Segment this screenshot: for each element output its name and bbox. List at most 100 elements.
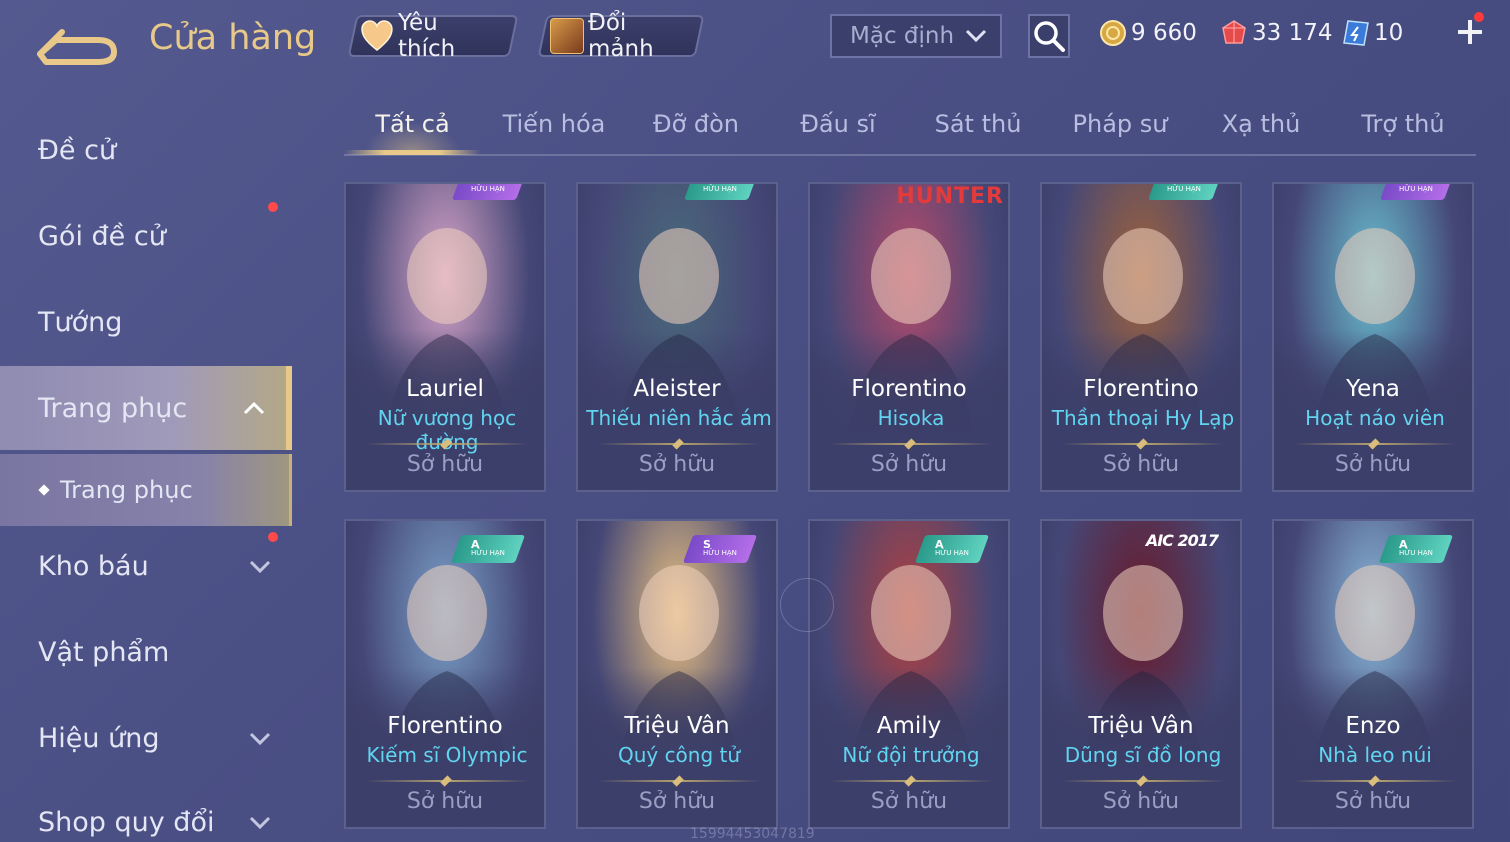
sidebar-subitem-skins[interactable]: Trang phục — [0, 454, 292, 526]
badge-text: HỮU HẠN — [471, 185, 505, 193]
badge-text: HỮU HẠN — [1399, 549, 1433, 557]
hero-name: Amily — [876, 713, 942, 739]
sidebar-item-label: Trang phục — [60, 476, 193, 504]
skin-card[interactable]: HỮU HẠN Florentino Thần thoại Hy Lạp Sở hữu — [1040, 182, 1242, 492]
active-tab-indicator — [344, 150, 481, 155]
page-title: Cửa hàng — [149, 18, 317, 58]
hero-name: Lauriel — [406, 376, 484, 402]
skin-card[interactable]: A HỮU HẠN Enzo Nhà leo núi Sở hữu — [1272, 519, 1474, 829]
skin-card[interactable]: AIC 2017 Triệu Vân Dũng sĩ đồ long Sở hữu — [1040, 519, 1242, 829]
hero-name: Yena — [1346, 376, 1400, 402]
back-arrow-icon[interactable] — [36, 18, 120, 66]
search-button[interactable] — [1028, 14, 1070, 58]
sidebar-item-label: Kho báu — [38, 550, 149, 582]
skin-card[interactable]: A HỮU HẠN Florentino Kiếm sĩ Olympic Sở hữu — [344, 519, 546, 829]
sidebar-item-effects[interactable]: Hiệu ứng — [0, 696, 292, 780]
hero-name: Florentino — [851, 376, 967, 402]
tab-support[interactable]: Trợ thủ — [1335, 110, 1471, 138]
sidebar-item-featured-packs[interactable]: Gói đề cử — [0, 194, 292, 278]
skin-card[interactable]: HỮU HẠNLaurielNữ vương học đườngSở hữu — [344, 182, 546, 492]
limited-badge: A HỮU HẠN — [914, 535, 990, 563]
hero-name: Florentino — [1083, 376, 1199, 402]
sidebar-item-treasure[interactable]: Kho báu — [0, 524, 292, 608]
badge-label: S HỮU HẠN — [703, 538, 737, 558]
badge-label: A HỮU HẠN — [1399, 538, 1433, 558]
badge-grade: S — [703, 538, 711, 551]
badge-grade: A — [935, 538, 944, 551]
skin-card[interactable]: HUNTER Florentino Hisoka Sở hữu — [808, 182, 1010, 492]
sidebar-item-featured[interactable]: Đề cử — [0, 108, 292, 192]
gold-coin-icon — [1100, 20, 1126, 46]
top-bar: Cửa hàng Yêu thích Đổi mảnh Mặc định 9 6… — [0, 0, 1510, 80]
gold-balance: 9 660 — [1099, 16, 1197, 50]
sidebar-item-label: Hiệu ứng — [38, 722, 160, 754]
sidebar: Đề cử Gói đề cử Tướng Trang phục Trang p… — [0, 96, 292, 842]
sidebar-item-label: Vật phẩm — [38, 636, 170, 668]
voucher-icon — [1343, 20, 1369, 46]
sidebar-item-label: Trang phục — [38, 392, 188, 424]
hero-name: Florentino — [387, 713, 503, 739]
badge-text: HỮU HẠN — [935, 549, 969, 557]
chevron-down-icon — [249, 816, 271, 830]
tab-assassin[interactable]: Sát thủ — [910, 110, 1046, 138]
hero-name: Triệu Vân — [1088, 713, 1194, 739]
skin-card[interactable]: A HỮU HẠN Amily Nữ đội trưởng Sở hữu — [808, 519, 1010, 829]
tab-tank[interactable]: Đỡ đòn — [628, 110, 764, 138]
badge-grade: A — [1399, 538, 1408, 551]
shard-exchange-label: Đổi mảnh — [588, 10, 654, 62]
tab-mage[interactable]: Pháp sư — [1052, 110, 1188, 138]
skin-name: Thần thoại Hy Lạp — [1051, 406, 1235, 430]
sidebar-item-label: Tướng — [38, 306, 123, 338]
gem-amount: 33 174 — [1252, 20, 1333, 46]
ownership-status: Sở hữu — [870, 452, 948, 477]
voucher-balance: 10 — [1342, 16, 1403, 50]
chevron-down-icon — [249, 560, 271, 574]
badge-label: HỮU HẠN — [703, 185, 737, 193]
sidebar-item-exchange-shop[interactable]: Shop quy đổi — [0, 780, 292, 842]
skin-card[interactable]: HỮU HẠN Aleister Thiếu niên hắc ám Sở hữu — [576, 182, 778, 492]
limited-badge: HỮU HẠN — [683, 184, 757, 200]
scroll-indicator — [780, 578, 834, 632]
gold-amount: 9 660 — [1131, 20, 1197, 46]
search-icon — [1034, 21, 1065, 52]
skin-card[interactable]: HỮU HẠN Yena Hoạt náo viên Sở hữu — [1272, 182, 1474, 492]
ownership-status: Sở hữu — [1334, 452, 1412, 477]
shard-exchange-button[interactable]: Đổi mảnh — [537, 10, 705, 62]
sidebar-item-items[interactable]: Vật phẩm — [0, 610, 292, 694]
watermark: 15994453047819 — [690, 826, 815, 842]
role-tabs: Tất cả Tiến hóa Đỡ đòn Đấu sĩ Sát thủ Ph… — [344, 100, 1476, 156]
ruby-icon — [1222, 20, 1246, 44]
ownership-status: Sở hữu — [1334, 789, 1412, 814]
badge-text: HỮU HẠN — [471, 549, 505, 557]
badge-label: A HỮU HẠN — [935, 538, 969, 558]
ownership-status: Sở hữu — [406, 789, 484, 814]
notification-dot — [268, 202, 278, 212]
chevron-down-icon — [249, 732, 271, 746]
card-divider — [598, 780, 760, 782]
badge-text: HỮU HẠN — [1399, 185, 1433, 193]
badge-label: HỮU HẠN — [1167, 185, 1201, 193]
skin-name: Nữ đội trưởng — [842, 743, 980, 767]
ownership-status: Sở hữu — [1102, 789, 1180, 814]
tab-evolution[interactable]: Tiến hóa — [486, 110, 622, 138]
heart-icon — [361, 20, 393, 51]
favorites-button[interactable]: Yêu thích — [347, 10, 519, 62]
chevron-up-icon — [243, 401, 265, 415]
sort-dropdown[interactable]: Mặc định — [830, 14, 1002, 58]
hero-name: Enzo — [1345, 713, 1401, 739]
ownership-status: Sở hữu — [638, 789, 716, 814]
sidebar-item-skins[interactable]: Trang phục — [0, 366, 292, 450]
tab-all[interactable]: Tất cả — [344, 110, 481, 138]
skin-name: Thiếu niên hắc ám — [586, 406, 772, 430]
skin-name: Nhà leo núi — [1318, 743, 1432, 767]
card-divider — [598, 443, 760, 445]
skin-card[interactable]: S HỮU HẠN Triệu Vân Quý công tử Sở hữu — [576, 519, 778, 829]
limited-badge: HỮU HẠN — [451, 184, 525, 200]
ownership-status: Sở hữu — [638, 452, 716, 477]
tab-fighter[interactable]: Đấu sĩ — [770, 110, 906, 138]
sidebar-item-heroes[interactable]: Tướng — [0, 280, 292, 364]
skin-name: Quý công tử — [617, 743, 741, 767]
card-divider — [366, 443, 528, 445]
shard-chest-icon — [550, 18, 585, 54]
tab-marksman[interactable]: Xạ thủ — [1193, 110, 1329, 138]
